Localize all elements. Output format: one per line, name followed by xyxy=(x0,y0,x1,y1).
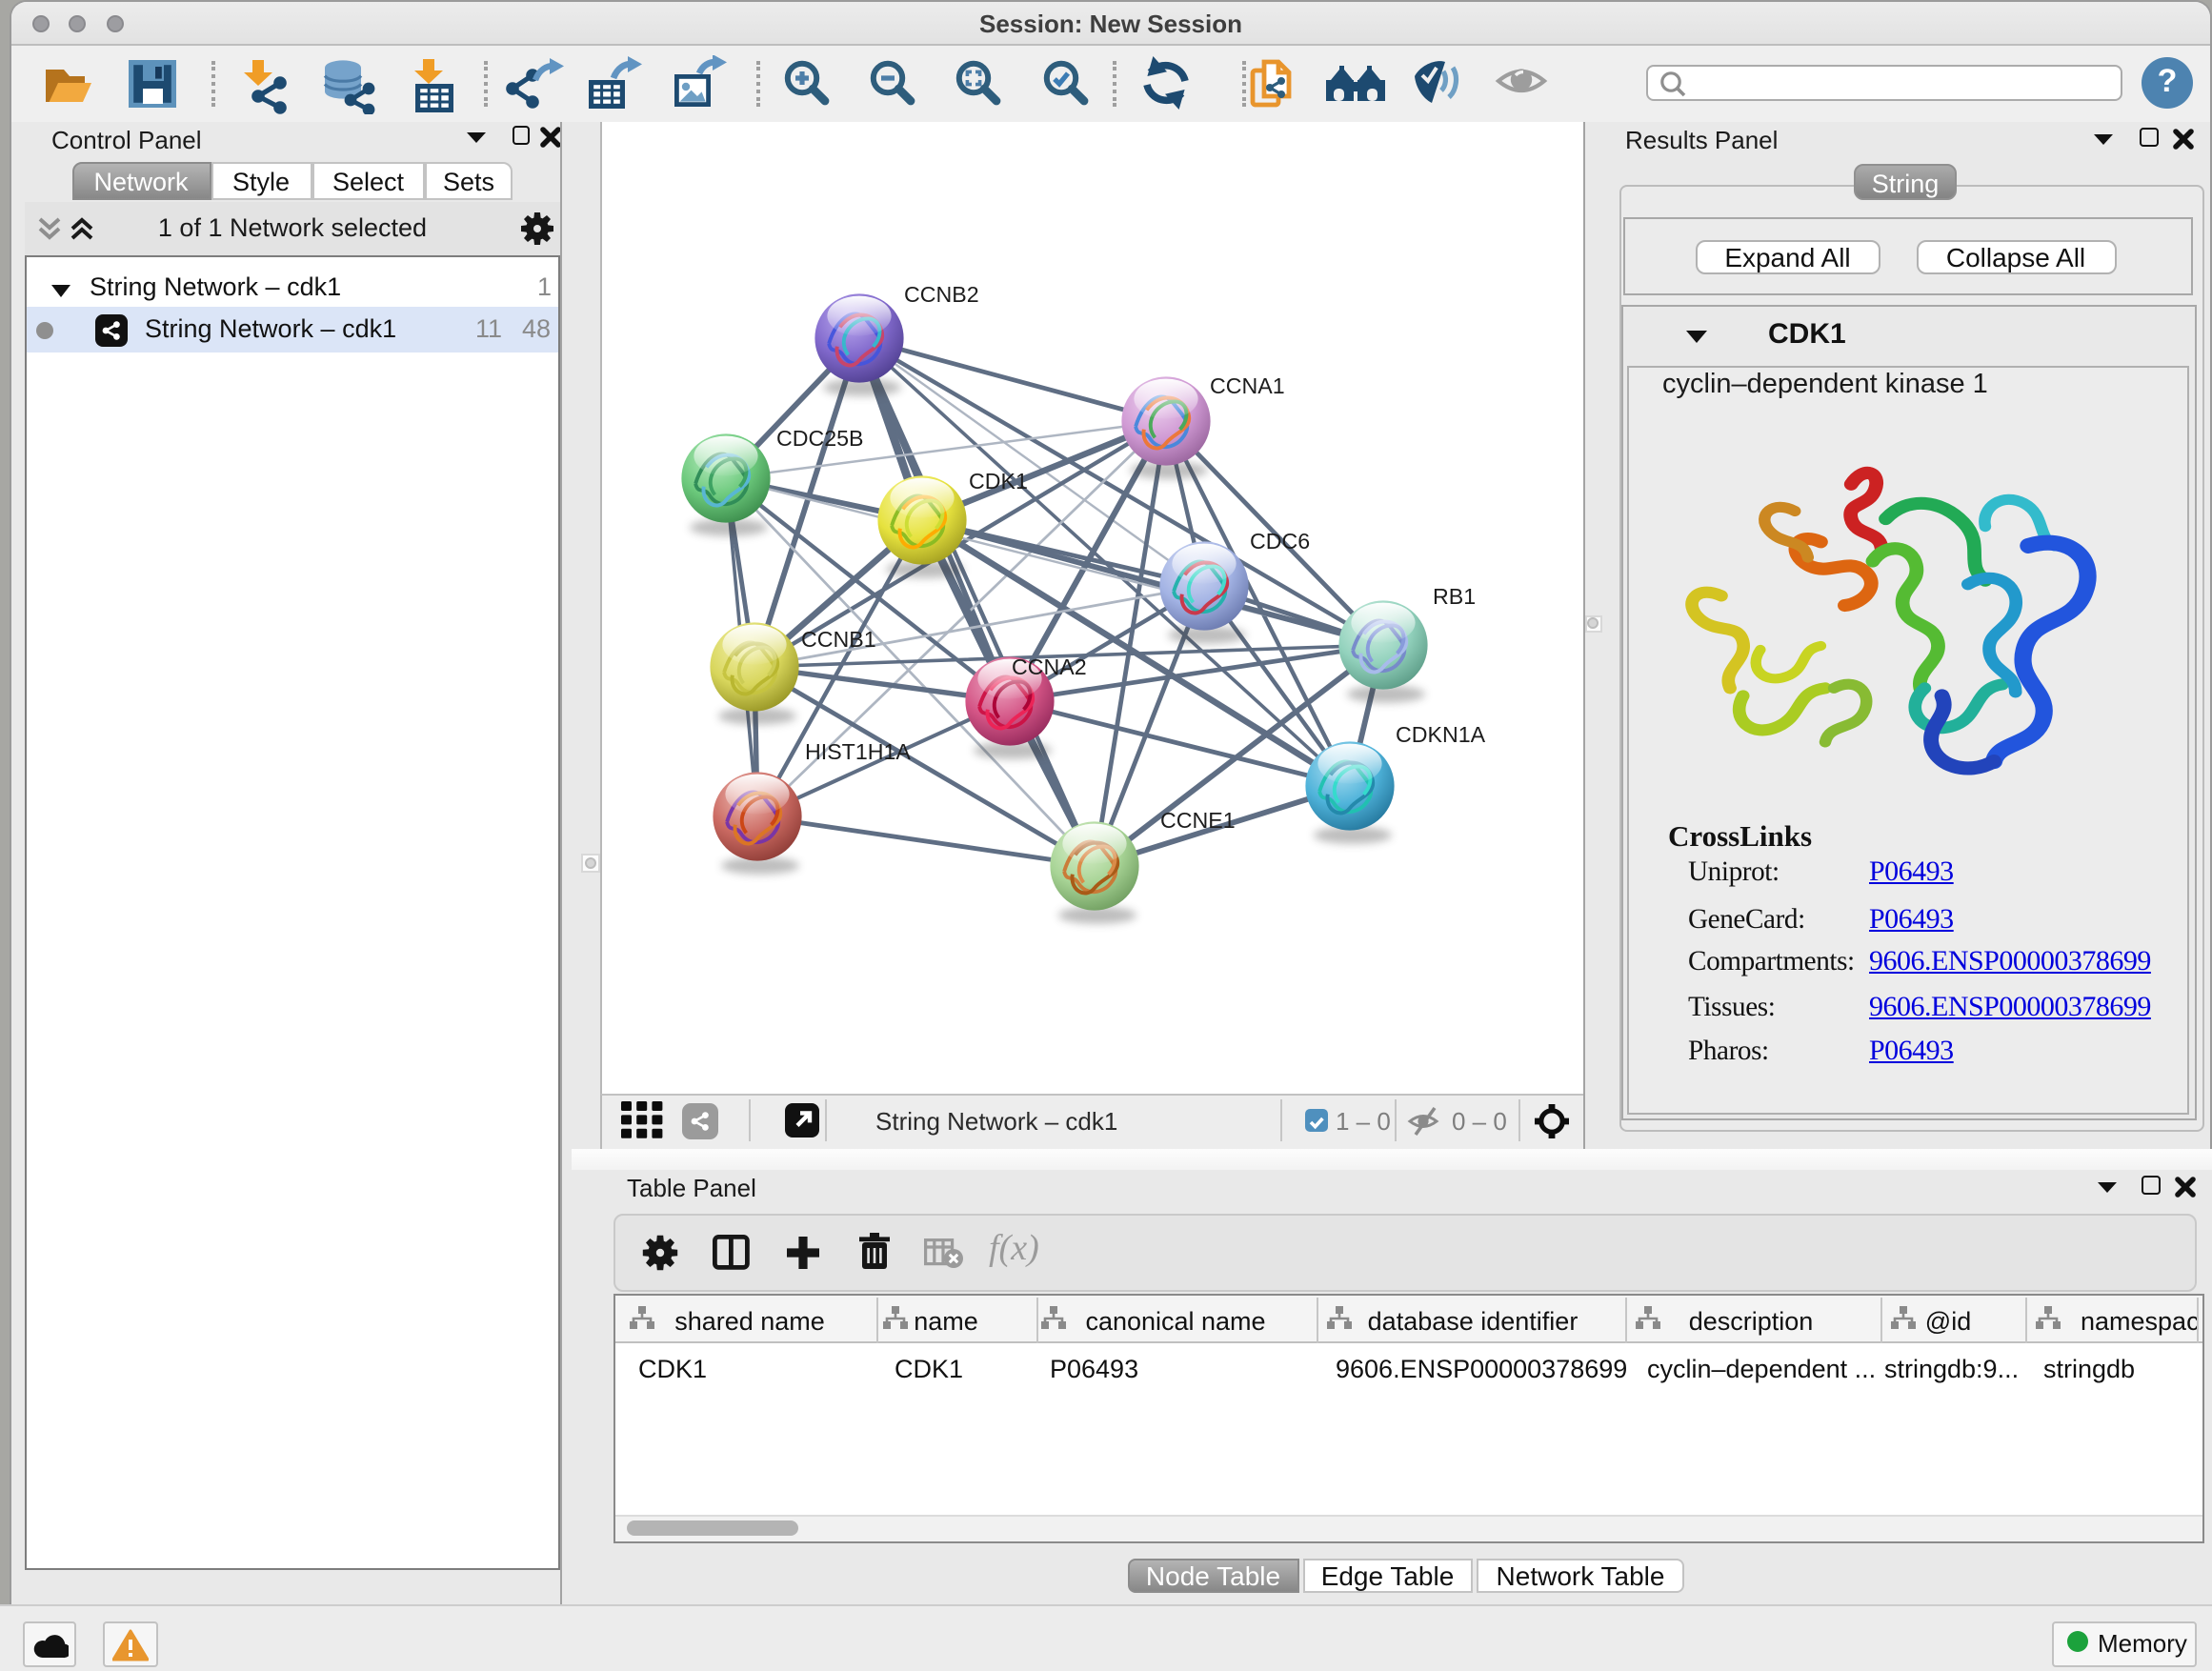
svg-text:HIST1H1A: HIST1H1A xyxy=(805,738,911,763)
svg-text:CCNE1: CCNE1 xyxy=(1160,807,1236,832)
svg-text:CDC6: CDC6 xyxy=(1250,528,1310,553)
svg-text:CDK1: CDK1 xyxy=(969,468,1028,493)
svg-text:CDC25B: CDC25B xyxy=(776,425,864,450)
svg-text:CDKN1A: CDKN1A xyxy=(1396,721,1486,746)
svg-text:CCNB1: CCNB1 xyxy=(801,626,876,651)
svg-text:CCNA1: CCNA1 xyxy=(1210,372,1285,397)
svg-text:RB1: RB1 xyxy=(1433,583,1476,608)
svg-text:CCNB2: CCNB2 xyxy=(904,281,979,306)
svg-text:CCNA2: CCNA2 xyxy=(1012,654,1087,678)
